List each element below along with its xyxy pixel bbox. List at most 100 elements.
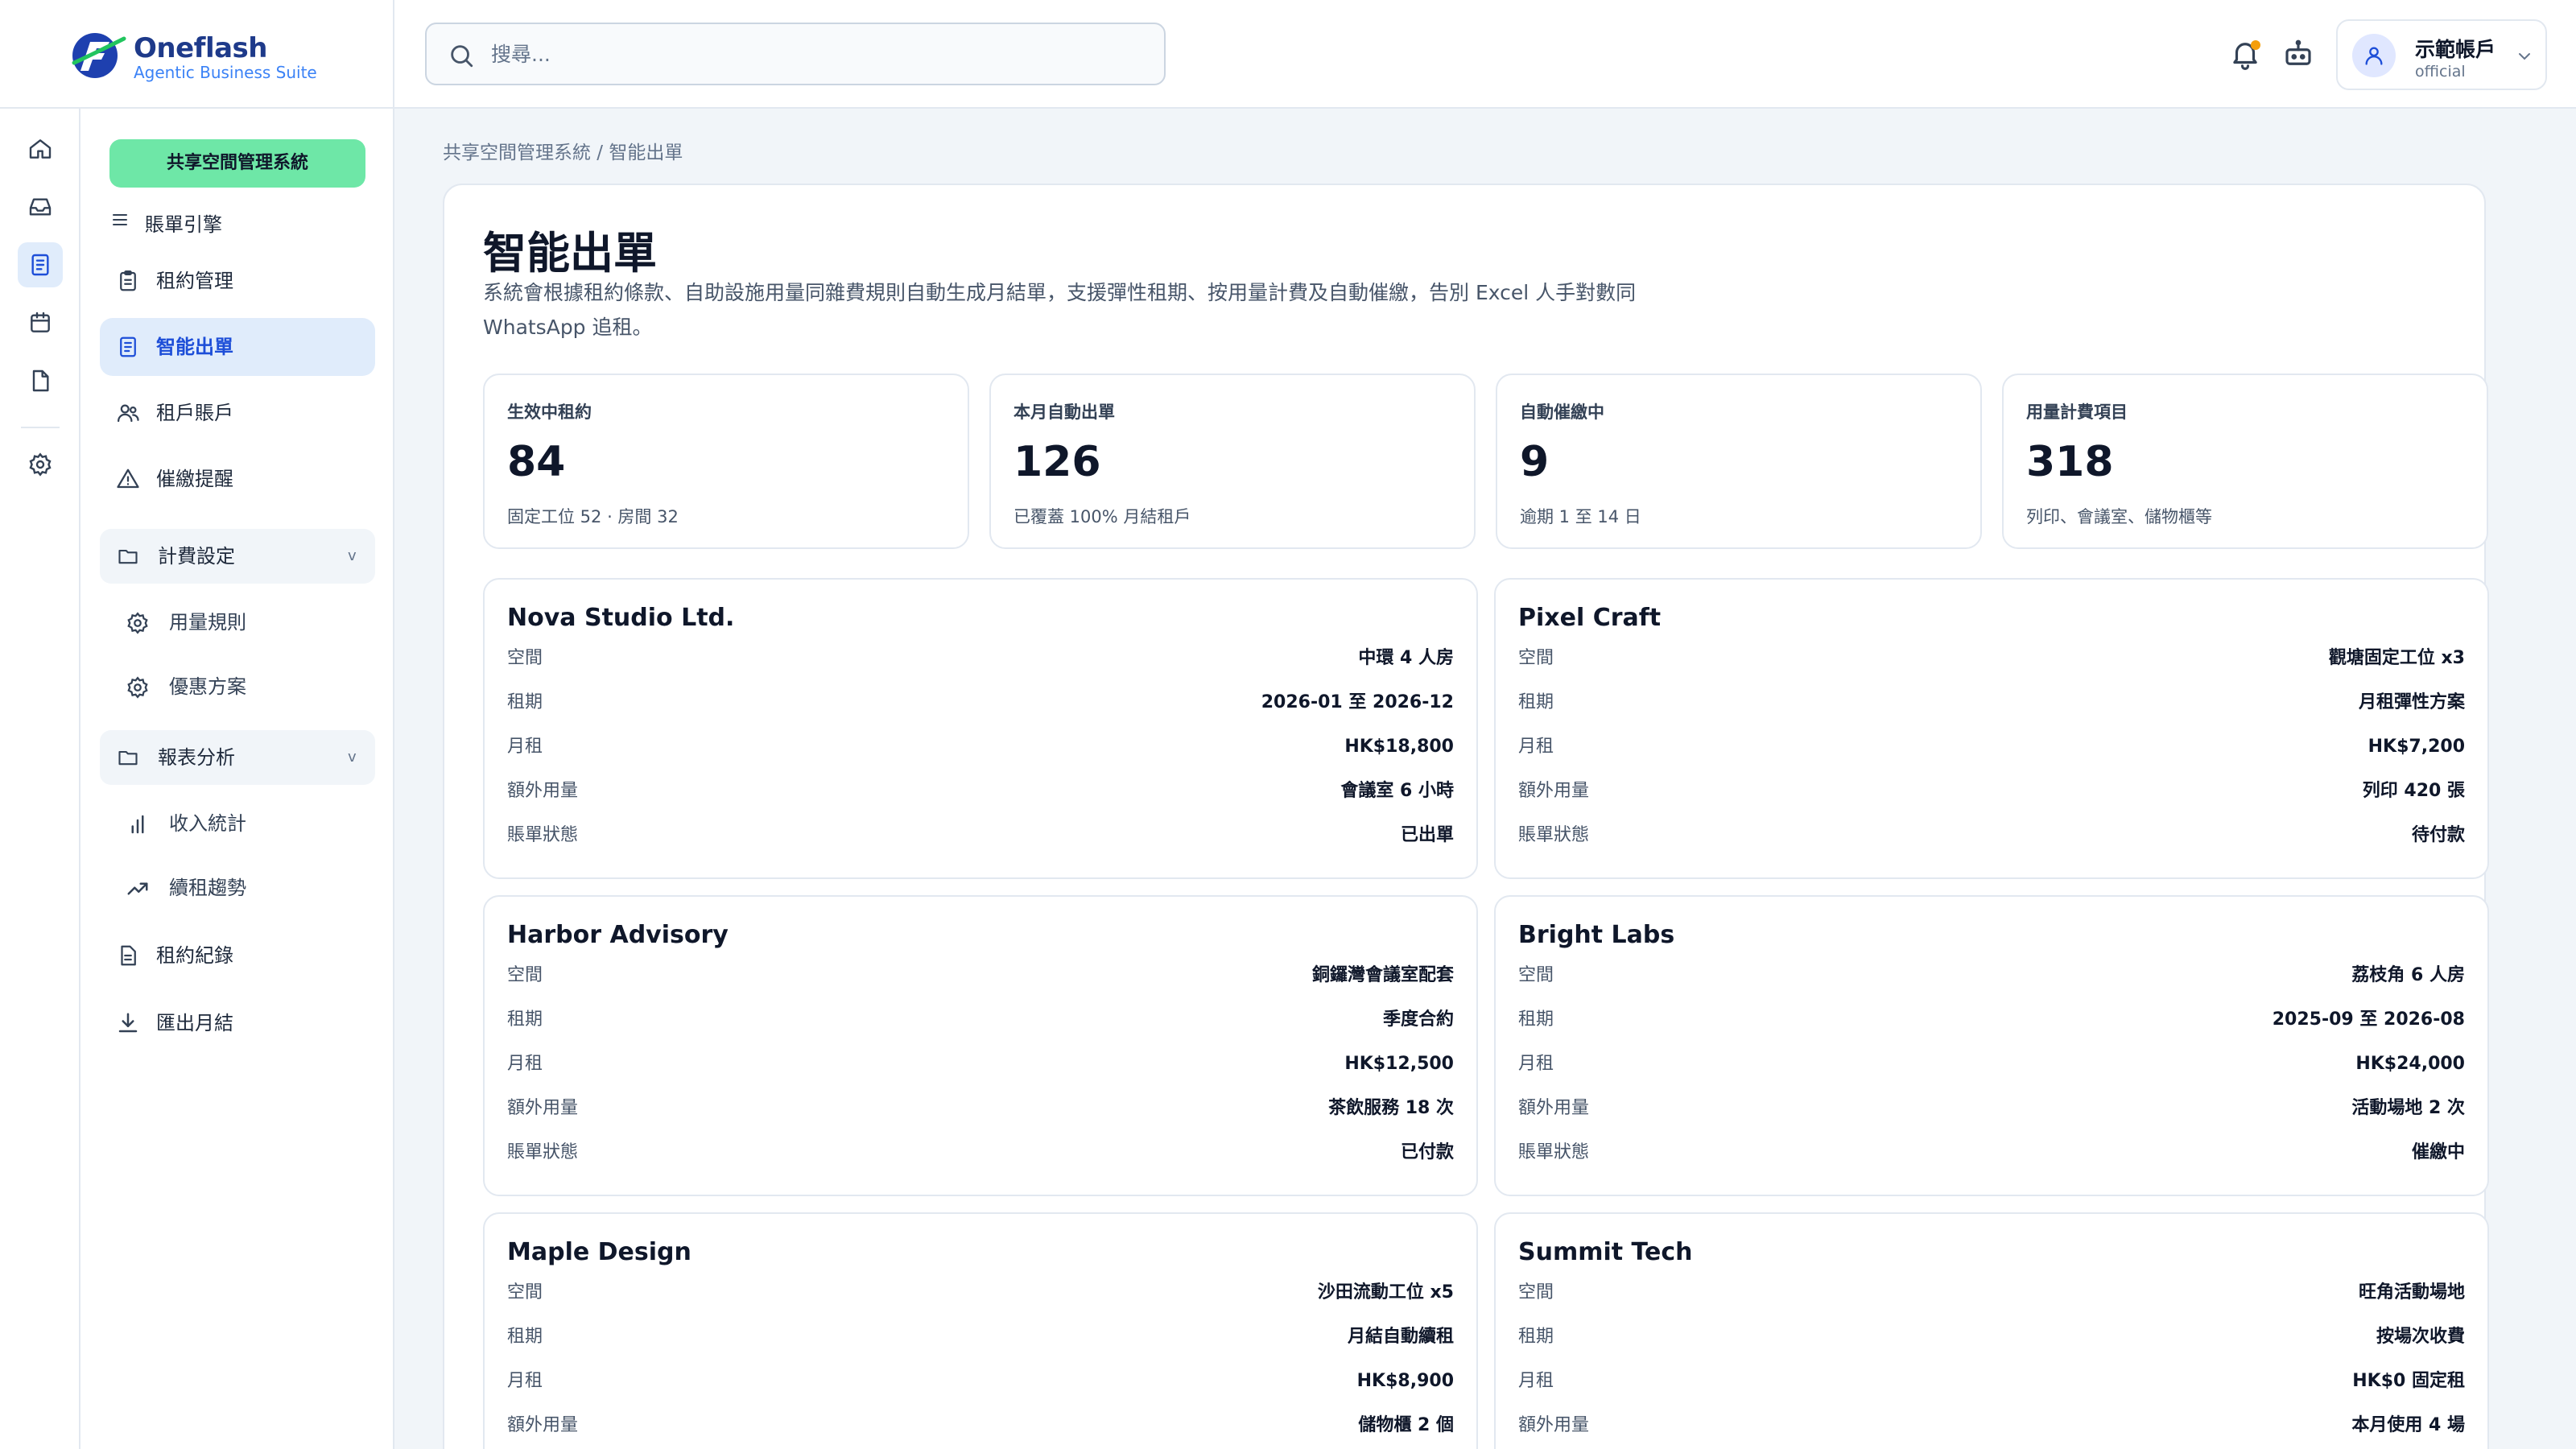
stat-card-active-leases: 生效中租約 84 固定工位 52 · 房間 32 [483,374,969,549]
field-label: 租期 [1518,1009,1554,1030]
field-value: 月租彈性方案 [2358,692,2465,712]
field-value: 會議室 6 小時 [1340,781,1454,801]
status-badge: 已付款 [1400,1142,1454,1162]
sidebar-subitem-label: 收入統計 [169,812,246,835]
sidebar-item-lease-management[interactable]: 租約管理 [100,252,375,310]
sidebar-subitem-promotions[interactable]: 優惠方案 [126,661,367,712]
tenant-name: Bright Labs [1518,921,1675,949]
field-value: 中環 4 人房 [1358,648,1454,668]
sidebar-subitem-renewal-trend[interactable]: 續租趨勢 [126,862,367,914]
engine-label: 賬單引擎 [145,213,222,236]
stat-label: 用量計費項目 [2026,402,2128,422]
tenant-card[interactable]: Nova Studio Ltd. 空間 中環 4 人房 租期 2026-01 至 2… [483,578,1478,879]
sidebar-group-label: 計費設定 [158,545,235,568]
brand-area: Oneflash Agentic Business Suite [0,0,394,109]
sidebar-item-payment-reminders[interactable]: 催繳提醒 [100,450,375,508]
tenant-field-space: 空間 沙田流動工位 x5 [507,1277,1454,1309]
oneflash-logo-icon[interactable] [71,31,129,80]
brand-name: Oneflash [134,32,268,64]
tenant-name: Pixel Craft [1518,604,1662,632]
rail-inbox-button[interactable] [18,184,63,229]
rail-home-button[interactable] [18,126,63,171]
field-label: 空間 [507,965,543,985]
rail-billing-button[interactable] [18,242,63,287]
search-icon [448,42,475,69]
rail-divider [21,427,60,428]
tenant-field-rent: 月租 HK$8,900 [507,1365,1454,1397]
tenant-card[interactable]: Bright Labs 空間 荔枝角 6 人房 租期 2025-09 至 2026-… [1494,895,2489,1196]
field-value: 銅鑼灣會議室配套 [1311,965,1454,985]
tenant-card[interactable]: Pixel Craft 空間 觀塘固定工位 x3 租期 月租彈性方案 月租 HK$7,… [1494,578,2489,879]
rail-settings-button[interactable] [18,442,63,487]
tenant-field-space: 空間 荔枝角 6 人房 [1518,960,2465,992]
main-panel: 智能出單 系統會根據租約條款、自助設施用量同雜費規則自動生成月結單，支援彈性租期… [443,184,2489,1449]
field-label: 額外用量 [507,1098,579,1118]
sidebar-group-reports[interactable]: 報表分析 v [100,730,375,785]
search-box[interactable] [425,23,1166,85]
chevron-down-icon: v [348,749,357,766]
tenant-name: Nova Studio Ltd. [507,604,735,632]
field-label: 賬單狀態 [507,825,579,845]
stat-value: 318 [2026,438,2114,486]
sidebar-item-label: 匯出月結 [156,1012,233,1034]
field-label: 賬單狀態 [507,1142,579,1162]
stat-label: 自動催繳中 [1520,402,1604,422]
sidebar-subitem-usage-rules[interactable]: 用量規則 [126,597,367,648]
sidebar-item-label: 智能出單 [156,336,233,358]
rail-files-button[interactable] [18,358,63,403]
field-label: 賬單狀態 [1518,825,1590,845]
tenant-field-rent: 月租 HK$0 固定租 [1518,1365,2465,1397]
field-label: 空間 [1518,965,1554,985]
tenant-field-usage: 額外用量 會議室 6 小時 [507,775,1454,807]
stat-card-auto-reminders: 自動催繳中 9 逾期 1 至 14 日 [1496,374,1982,549]
tenant-field-usage: 額外用量 本月使用 4 場 [1518,1410,2465,1442]
system-switcher-button[interactable]: 共享空間管理系統 [109,139,365,188]
field-value: HK$24,000 [2355,1054,2465,1074]
field-label: 額外用量 [507,1415,579,1435]
tenant-field-term: 租期 月租彈性方案 [1518,687,2465,719]
sidebar-subitem-label: 優惠方案 [169,675,246,698]
tenant-field-usage: 額外用量 儲物櫃 2 個 [507,1410,1454,1442]
sidebar-item-export-statement[interactable]: 匯出月結 [100,994,375,1052]
tenant-field-space: 空間 銅鑼灣會議室配套 [507,960,1454,992]
field-value: HK$0 固定租 [2352,1371,2465,1391]
field-label: 月租 [1518,737,1554,757]
field-value: 旺角活動場地 [2358,1282,2465,1302]
field-value: 活動場地 2 次 [2351,1098,2465,1118]
field-value: 按場次收費 [2376,1327,2465,1347]
account-role: official [2415,63,2466,80]
tenant-field-term: 租期 按場次收費 [1518,1321,2465,1353]
account-menu[interactable]: 示範帳戶 official [2336,19,2547,90]
avatar [2352,34,2396,77]
tenant-card[interactable]: Maple Design 空間 沙田流動工位 x5 租期 月結自動續租 月租 HK$8… [483,1212,1478,1449]
field-value: 季度合約 [1382,1009,1454,1030]
tenant-card[interactable]: Summit Tech 空間 旺角活動場地 租期 按場次收費 月租 HK$0 固定租 … [1494,1212,2489,1449]
sidebar-item-tenant-accounts[interactable]: 租戶賬戶 [100,384,375,442]
sidebar-item-smart-billing[interactable]: 智能出單 [100,318,375,376]
sidebar-item-lease-records[interactable]: 租約紀錄 [100,927,375,985]
stat-subtext: 已覆蓋 100% 月結租戶 [1013,507,1191,526]
field-label: 空間 [507,1282,543,1302]
field-value: 本月使用 4 場 [2351,1415,2465,1435]
tenant-field-status: 賬單狀態 待付款 [1518,819,2465,852]
tenant-field-status: 賬單狀態 已付款 [507,1137,1454,1169]
field-label: 額外用量 [507,781,579,801]
sidebar-group-billing-settings[interactable]: 計費設定 v [100,529,375,584]
field-label: 空間 [1518,1282,1554,1302]
tenant-card[interactable]: Harbor Advisory 空間 銅鑼灣會議室配套 租期 季度合約 月租 HK$1… [483,895,1478,1196]
stat-card-auto-billing: 本月自動出單 126 已覆蓋 100% 月結租戶 [989,374,1476,549]
robot-assistant-icon[interactable] [2281,37,2315,71]
field-label: 額外用量 [1518,781,1590,801]
field-value: HK$8,900 [1356,1371,1454,1391]
icon-rail [0,109,80,1449]
field-label: 租期 [507,1327,543,1347]
field-label: 租期 [1518,692,1554,712]
search-input[interactable] [491,24,1135,84]
sidebar-item-label: 催繳提醒 [156,468,233,490]
breadcrumb[interactable]: 共享空間管理系統 / 智能出單 [443,137,683,164]
sidebar-subitem-label: 用量規則 [169,611,246,634]
sidebar-subitem-revenue-stats[interactable]: 收入統計 [126,798,367,849]
rail-calendar-button[interactable] [18,300,63,345]
tenant-field-space: 空間 中環 4 人房 [507,642,1454,675]
chevron-down-icon: v [348,547,357,564]
